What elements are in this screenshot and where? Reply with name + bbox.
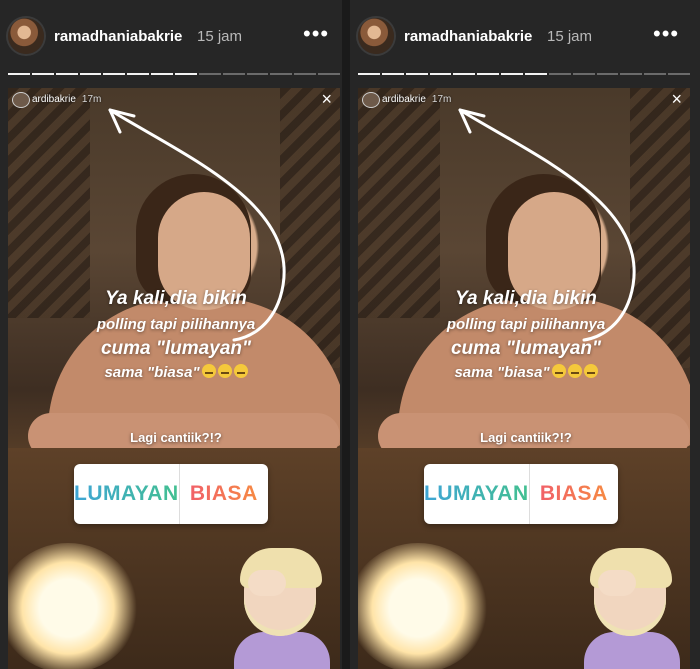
poll-question: Lagi cantiik?!? xyxy=(130,430,222,445)
close-icon[interactable]: × xyxy=(321,90,332,108)
progress-segment xyxy=(405,73,428,75)
progress-segment xyxy=(429,73,452,75)
progress-segment xyxy=(151,73,174,75)
story-photo[interactable]: ardibakrie 17m × Ya kali,dia bikin pollin… xyxy=(358,88,690,669)
progress-segment xyxy=(294,73,317,75)
poll-option-lumayan[interactable]: LUMAYAN xyxy=(74,464,180,524)
reposted-username: ardibakrie xyxy=(32,94,76,105)
baby-sticker xyxy=(576,548,686,669)
progress-segment xyxy=(31,73,54,75)
avatar[interactable] xyxy=(8,18,44,54)
caption-line: sama "biasa" xyxy=(26,364,326,381)
caption-line: sama "biasa" xyxy=(376,364,676,381)
expressionless-face-emoji xyxy=(583,364,598,378)
story-progress-bar xyxy=(358,73,691,76)
caption-text: sama "biasa" xyxy=(454,364,550,381)
story-progress-bar xyxy=(8,73,341,76)
avatar[interactable] xyxy=(358,18,394,54)
reposted-user: ardibakrie 17m xyxy=(32,94,101,105)
progress-segment xyxy=(8,73,30,75)
progress-segment xyxy=(453,73,476,75)
poll-option-biasa[interactable]: BIASA xyxy=(180,464,268,524)
expressionless-face-emoji xyxy=(567,364,582,378)
poll-option-biasa[interactable]: BIASA xyxy=(530,464,618,524)
poll-question: Lagi cantiik?!? xyxy=(480,430,572,445)
username[interactable]: ramadhaniabakrie xyxy=(404,28,532,45)
progress-segment xyxy=(79,73,102,75)
baby-sticker xyxy=(226,548,336,669)
expressionless-face-emoji xyxy=(201,364,216,378)
baby-hand xyxy=(248,570,286,596)
close-icon[interactable]: × xyxy=(671,90,682,108)
progress-segment xyxy=(270,73,293,75)
panel-divider xyxy=(342,0,350,669)
username[interactable]: ramadhaniabakrie xyxy=(54,28,182,45)
progress-segment xyxy=(127,73,150,75)
story-photo[interactable]: ardibakrie 17m × Ya kali,dia bikin pollin… xyxy=(8,88,340,669)
story-panel-left: ramadhaniabakrie 15 jam ••• ardibakrie 1… xyxy=(0,0,342,669)
progress-segment xyxy=(175,73,197,75)
reposted-username: ardibakrie xyxy=(382,94,426,105)
expressionless-face-emoji xyxy=(217,364,232,378)
progress-segment xyxy=(358,73,380,75)
progress-segment xyxy=(596,73,619,75)
progress-segment xyxy=(198,73,221,75)
story-panel-right: ramadhaniabakrie 15 jam ••• ardibakrie 1… xyxy=(350,0,692,669)
poll-sticker: LUMAYAN BIASA xyxy=(74,464,268,524)
reposted-time: 17m xyxy=(431,94,452,105)
baby-shirt xyxy=(234,632,330,669)
progress-segment xyxy=(222,73,245,75)
poll-option-lumayan[interactable]: LUMAYAN xyxy=(424,464,530,524)
progress-segment xyxy=(668,73,691,75)
progress-segment xyxy=(525,73,547,75)
progress-segment xyxy=(246,73,269,75)
caption-line: Ya kali,dia bikin xyxy=(455,288,597,309)
expressionless-face-emoji xyxy=(233,364,248,378)
progress-segment xyxy=(381,73,404,75)
progress-segment xyxy=(318,73,341,75)
progress-segment xyxy=(55,73,78,75)
caption-line: cuma "lumayan" xyxy=(100,338,251,359)
progress-segment xyxy=(501,73,524,75)
expressionless-face-emoji xyxy=(551,364,566,378)
story-header: ramadhaniabakrie 15 jam ••• xyxy=(0,0,342,76)
baby-hand xyxy=(598,570,636,596)
poll-sticker: LUMAYAN BIASA xyxy=(424,464,618,524)
baby-shirt xyxy=(584,632,680,669)
reposted-user: ardibakrie 17m xyxy=(382,94,451,105)
post-time: 15 jam xyxy=(547,28,593,45)
progress-segment xyxy=(644,73,667,75)
progress-segment xyxy=(620,73,643,75)
story-header: ramadhaniabakrie 15 jam ••• xyxy=(350,0,692,76)
reposted-user-avatar xyxy=(362,92,380,108)
progress-segment xyxy=(548,73,571,75)
more-options-icon[interactable]: ••• xyxy=(303,23,329,48)
caption-line: cuma "lumayan" xyxy=(450,338,601,359)
more-options-icon[interactable]: ••• xyxy=(653,23,679,48)
progress-segment xyxy=(103,73,126,75)
caption-text: sama "biasa" xyxy=(104,364,200,381)
caption-line: Ya kali,dia bikin xyxy=(105,288,247,309)
progress-segment xyxy=(477,73,500,75)
progress-segment xyxy=(572,73,595,75)
caption-line: polling tapi pilihannya xyxy=(96,316,256,333)
reposted-time: 17m xyxy=(81,94,102,105)
reposted-user-avatar xyxy=(12,92,30,108)
caption-line: polling tapi pilihannya xyxy=(446,316,606,333)
post-time: 15 jam xyxy=(197,28,243,45)
